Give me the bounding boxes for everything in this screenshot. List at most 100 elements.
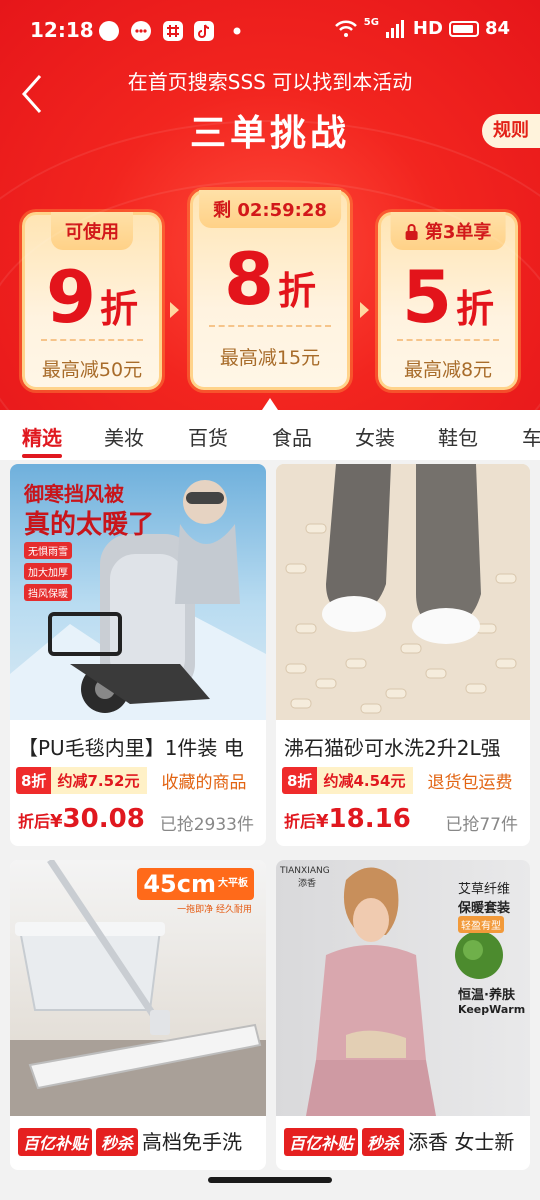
page-title: 三单挑战 — [189, 113, 350, 154]
price-label: 折后 — [18, 812, 51, 831]
image-chip: 挡风保暖 — [24, 584, 72, 601]
size-sub: 大平板 — [218, 878, 248, 889]
brand-name: TIANXIANG — [280, 866, 330, 876]
dot-icon — [226, 20, 248, 42]
message-icon — [130, 20, 152, 42]
battery-icon — [448, 20, 479, 37]
signal-icon — [385, 19, 404, 38]
flash-sale-tag: 秒杀 — [362, 1128, 405, 1156]
discount-card-3[interactable]: 第3单享 5折 最高减8元 — [378, 212, 518, 390]
product-badges: 8折 约减4.54元 退货包运费 — [282, 767, 512, 794]
arrow-right-icon — [170, 302, 179, 318]
product-title: 添香 女士新 — [408, 1130, 515, 1154]
subsidy-tag: 百亿补贴 — [284, 1128, 359, 1156]
price-value: 18.16 — [328, 804, 411, 834]
network-type: 5G — [363, 17, 379, 28]
cat-litter-illustration — [276, 464, 530, 720]
image-text: 艾草纤维 保暖套装 轻盈有型 — [458, 878, 510, 933]
size-value: 45cm — [143, 870, 216, 898]
card-divider — [397, 339, 499, 341]
tab-underline — [22, 454, 62, 458]
savings-badge: 约减4.54元 — [317, 767, 414, 794]
product-image[interactable]: 45cm 大平板 一拖即净 经久耐用 — [10, 860, 266, 1116]
product-card[interactable]: TIANXIANG 添香 艾草纤维 保暖套装 轻盈有型 恒温·养肤 KeepWa… — [276, 860, 530, 1170]
tab-shoes-bags[interactable]: 鞋包 — [438, 422, 478, 451]
discount-unit: 折 — [456, 287, 495, 331]
card-tag-countdown: 剩 02:59:28 — [199, 190, 341, 228]
savings-badge: 约减7.52元 — [51, 767, 148, 794]
image-line: 轻盈有型 — [458, 916, 504, 933]
product-title: 沸石猫砂可水洗2升2L强 — [284, 736, 501, 760]
image-chips: 无惧雨雪 加大加厚 挡风保暖 — [24, 542, 72, 601]
discount-card-1[interactable]: 可使用 9折 最高减50元 — [22, 212, 162, 390]
battery-level: 84 — [484, 18, 510, 39]
home-indicator[interactable] — [208, 1177, 332, 1183]
product-image[interactable] — [276, 464, 530, 720]
status-bar: 12:18 5G HD 84 — [0, 0, 540, 60]
card-max: 最高减8元 — [403, 359, 493, 381]
flash-sale-tag: 秒杀 — [96, 1128, 139, 1156]
price-label: 折后 — [284, 812, 317, 831]
image-chip: 无惧雨雪 — [24, 542, 72, 559]
product-title: 【PU毛毯内里】1件装 电 — [18, 736, 244, 760]
image-line: 恒温·养肤 — [458, 988, 515, 1003]
product-card[interactable]: 45cm 大平板 一拖即净 经久耐用 百亿补贴 秒杀 高档免手洗 — [10, 860, 266, 1170]
discount-number: 9 — [45, 255, 97, 339]
discount-card-2[interactable]: 剩 02:59:28 8折 最高减15元 — [190, 190, 350, 390]
status-right: 5G HD 84 — [334, 17, 510, 39]
wifi-icon — [334, 20, 357, 37]
product-title-row: 百亿补贴 秒杀 高档免手洗 — [18, 1126, 258, 1156]
card-discount: 8折 — [193, 237, 347, 321]
card-divider — [209, 325, 331, 327]
tab-womenswear[interactable]: 女装 — [355, 422, 395, 451]
arrow-right-icon — [360, 302, 369, 318]
image-chip: 加大加厚 — [24, 563, 72, 580]
card-max: 最高减15元 — [219, 347, 321, 369]
chat-bubble-icon — [98, 20, 120, 42]
pointer-triangle — [262, 398, 278, 410]
discount-unit: 折 — [100, 287, 139, 331]
currency-symbol: ¥ — [50, 811, 63, 832]
sold-count: 已抢77件 — [445, 815, 518, 835]
card-max: 最高减50元 — [41, 359, 143, 381]
grid-app-icon — [162, 20, 184, 42]
product-price: 折后¥30.08 — [18, 804, 145, 834]
tiktok-icon — [193, 20, 215, 42]
search-hint: 在首页搜索SSS 可以找到本活动 — [127, 70, 413, 94]
tab-food[interactable]: 食品 — [272, 422, 312, 451]
status-time: 12:18 — [30, 18, 94, 42]
sold-count: 已抢2933件 — [159, 815, 254, 835]
product-card[interactable]: 沸石猫砂可水洗2升2L强 8折 约减4.54元 退货包运费 折后¥18.16 已… — [276, 464, 530, 846]
image-line: KeepWarm — [458, 1003, 526, 1016]
tab-goods[interactable]: 百货 — [188, 422, 228, 451]
product-title-row: 百亿补贴 秒杀 添香 女士新 — [284, 1126, 522, 1156]
product-image[interactable]: 御寒挡风被 真的太暖了 无惧雨雪 加大加厚 挡风保暖 — [10, 464, 266, 720]
tab-car[interactable]: 车 — [522, 422, 540, 451]
image-text-2: 恒温·养肤 KeepWarm — [458, 984, 525, 1016]
tab-beauty[interactable]: 美妆 — [104, 422, 144, 451]
size-badge: 45cm 大平板 — [137, 868, 254, 900]
rules-button[interactable]: 规则 — [482, 114, 540, 148]
subsidy-tag: 百亿补贴 — [18, 1128, 93, 1156]
image-headline-2: 真的太暖了 — [24, 510, 155, 540]
discount-number: 8 — [223, 237, 275, 321]
card-tag: 第3单享 — [390, 212, 506, 250]
size-caption: 一拖即净 经久耐用 — [177, 905, 252, 915]
discount-badge: 8折 — [16, 767, 52, 794]
card-divider — [41, 339, 143, 341]
image-line: 保暖套装 — [458, 901, 511, 916]
tab-featured[interactable]: 精选 — [22, 422, 62, 451]
card-tag: 可使用 — [51, 212, 133, 250]
product-note: 退货包运费 — [427, 773, 513, 793]
product-image[interactable]: TIANXIANG 添香 艾草纤维 保暖套装 轻盈有型 恒温·养肤 KeepWa… — [276, 860, 530, 1116]
hero-banner: 12:18 5G HD 84 在首页搜索SSS 可以找到本活动 三单挑战 规则 — [0, 0, 540, 410]
card-discount: 5折 — [381, 255, 515, 339]
product-title: 高档免手洗 — [142, 1130, 243, 1154]
brand-name-cn: 添香 — [298, 879, 317, 889]
category-tabs: 精选 美妆 百货 食品 女装 鞋包 车 — [0, 410, 540, 460]
discount-badge: 8折 — [282, 767, 318, 794]
discount-number: 5 — [401, 255, 453, 339]
product-note: 收藏的商品 — [161, 773, 247, 793]
card-tag-text: 第3单享 — [424, 222, 492, 243]
product-card[interactable]: 御寒挡风被 真的太暖了 无惧雨雪 加大加厚 挡风保暖 【PU毛毯内里】1件装 电… — [10, 464, 266, 846]
